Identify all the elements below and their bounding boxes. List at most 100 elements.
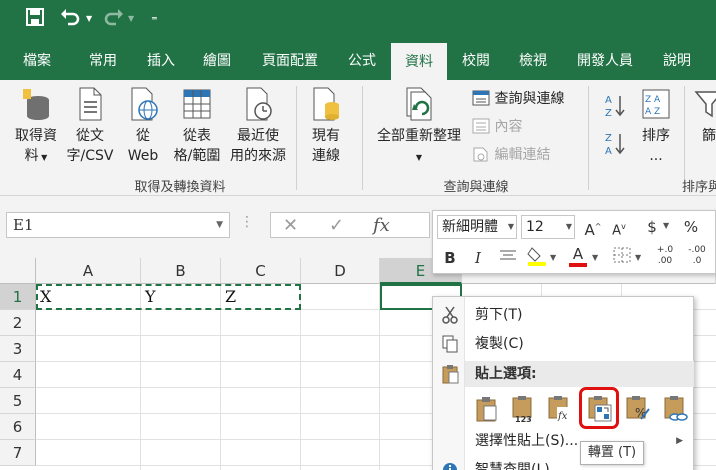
filter-button[interactable]: 篩: [694, 86, 716, 146]
menu-item-cut-label: 剪下(T): [475, 307, 523, 323]
get-data-button[interactable]: 取得資 料 ▼: [8, 86, 64, 168]
recent-sources-label-2: 用的來源: [230, 148, 286, 164]
submenu-arrow-icon: ▶: [676, 436, 683, 446]
column-header-a[interactable]: A: [36, 258, 141, 284]
queries-connections-button[interactable]: 查詢與連線: [472, 88, 564, 110]
tab-data[interactable]: 資料: [391, 43, 447, 80]
from-csv-label-1: 從文: [76, 128, 104, 144]
tab-help[interactable]: 說明: [650, 42, 704, 80]
redo-dropdown-icon: ▼: [128, 14, 135, 23]
sort-dialog-icon: Z A A Z: [642, 89, 670, 119]
fill-color-icon[interactable]: [525, 245, 549, 273]
percent-icon[interactable]: %: [681, 216, 701, 238]
customize-qat-icon[interactable]: ═: [152, 10, 157, 28]
existing-connections-icon: [313, 87, 339, 121]
italic-icon[interactable]: I: [469, 247, 487, 269]
grow-font-icon[interactable]: A^: [583, 216, 603, 241]
svg-text:Z: Z: [605, 108, 612, 119]
row-header-7[interactable]: 7: [0, 440, 36, 466]
sort-label-1: 排序: [642, 128, 670, 144]
save-icon[interactable]: [26, 8, 44, 32]
column-header-c[interactable]: C: [221, 258, 301, 284]
currency-dropdown-icon[interactable]: ▼: [663, 221, 669, 230]
paste-icon[interactable]: [473, 395, 501, 423]
sort-a-z-button[interactable]: AZ: [604, 92, 626, 127]
filter-icon: [694, 91, 716, 118]
from-csv-button[interactable]: 從文 字/CSV: [64, 86, 116, 166]
tab-formulas[interactable]: 公式: [336, 42, 388, 80]
menu-item-paste-special[interactable]: 選擇性貼上(S)... ▶: [433, 426, 695, 456]
font-color-dropdown-icon[interactable]: ▼: [592, 253, 598, 262]
filter-label: 篩: [702, 128, 716, 144]
currency-icon[interactable]: $: [643, 216, 661, 238]
row-header-2[interactable]: 2: [0, 310, 36, 336]
refresh-all-button[interactable]: 全部重新整理 ▼: [370, 86, 468, 168]
select-all-corner[interactable]: [0, 258, 36, 284]
sort-z-a-button[interactable]: ZA: [604, 130, 626, 165]
row-header-3[interactable]: 3: [0, 336, 36, 362]
cancel-icon[interactable]: ✕: [283, 213, 298, 239]
menu-item-copy-label: 複製(C): [475, 336, 524, 352]
tab-insert[interactable]: 插入: [134, 42, 188, 80]
from-web-button[interactable]: 從 Web: [120, 86, 166, 166]
paste-formatting-icon[interactable]: %: [623, 395, 651, 423]
undo-dropdown-icon[interactable]: ▼: [86, 10, 92, 28]
insert-function-icon[interactable]: fx: [373, 213, 390, 239]
borders-icon[interactable]: [611, 247, 633, 269]
tab-view[interactable]: 檢視: [506, 42, 560, 80]
paste-values-icon[interactable]: 123: [509, 395, 537, 423]
increase-decimal-icon[interactable]: +.0 .00: [651, 245, 679, 267]
row-header-6[interactable]: 6: [0, 414, 36, 440]
tab-page-layout[interactable]: 頁面配置: [250, 42, 330, 80]
formula-buttons: ✕ ✓ fx: [270, 212, 430, 238]
borders-dropdown-icon[interactable]: ▼: [635, 253, 641, 262]
tab-home[interactable]: 常用: [76, 42, 130, 80]
from-web-label-1: 從: [136, 128, 150, 144]
undo-icon[interactable]: [60, 8, 80, 32]
recent-sources-button[interactable]: 最近使 用的來源: [226, 86, 290, 166]
tab-review[interactable]: 校閱: [450, 42, 502, 80]
font-size-value: 12: [526, 219, 544, 235]
font-size-dropdown-icon[interactable]: ▼: [566, 216, 572, 238]
bold-icon[interactable]: B: [441, 247, 459, 269]
enter-icon[interactable]: ✓: [329, 213, 344, 239]
align-center-icon[interactable]: [497, 247, 519, 269]
name-box[interactable]: E1 ▼: [6, 212, 230, 238]
copy-marquee: [36, 284, 301, 310]
tab-file[interactable]: 檔案: [10, 42, 64, 80]
resize-handle-icon[interactable]: ⋮: [240, 214, 254, 230]
font-size-box[interactable]: 12 ▼: [521, 215, 575, 239]
paste-formulas-icon[interactable]: fx: [545, 395, 573, 423]
tab-draw[interactable]: 繪圖: [190, 42, 244, 80]
shrink-font-icon[interactable]: Av: [609, 216, 629, 242]
from-table-button[interactable]: 從表 格/範圍: [168, 86, 226, 166]
font-color-icon[interactable]: A: [567, 245, 589, 267]
copy-icon: [442, 335, 458, 353]
sort-button[interactable]: Z A A Z 排序 ...: [634, 86, 678, 166]
font-name-dropdown-icon[interactable]: ▼: [508, 216, 514, 238]
column-header-d[interactable]: D: [301, 258, 380, 284]
properties-label: 內容: [494, 119, 523, 135]
font-name-box[interactable]: 新細明體 ▼: [437, 215, 517, 239]
from-web-label-2: Web: [127, 148, 159, 164]
paste-link-icon[interactable]: [661, 395, 689, 423]
group-label-get-transform: 取得及轉換資料: [134, 180, 226, 195]
tab-developer[interactable]: 開發人員: [564, 42, 646, 80]
row-header-4[interactable]: 4: [0, 362, 36, 388]
queries-connections-icon: [472, 90, 490, 106]
menu-item-smart-lookup[interactable]: 智慧查閱(L): [433, 455, 695, 470]
row-header-5[interactable]: 5: [0, 388, 36, 414]
ribbon-separator: [296, 86, 297, 190]
column-header-b[interactable]: B: [141, 258, 221, 284]
menu-item-copy[interactable]: 複製(C): [433, 329, 695, 359]
existing-connections-button[interactable]: 現有 連線: [302, 86, 350, 166]
decrease-decimal-icon[interactable]: -.00 .0: [683, 245, 711, 267]
name-box-dropdown-icon[interactable]: ▼: [216, 213, 223, 237]
web-page-icon: [131, 87, 158, 121]
menu-item-cut[interactable]: 剪下(T): [433, 300, 695, 330]
refresh-icon: [406, 87, 432, 121]
gridline: [300, 284, 301, 470]
fill-color-dropdown-icon[interactable]: ▼: [550, 253, 556, 262]
row-header-1[interactable]: 1: [0, 284, 36, 310]
table-icon: [183, 89, 211, 119]
